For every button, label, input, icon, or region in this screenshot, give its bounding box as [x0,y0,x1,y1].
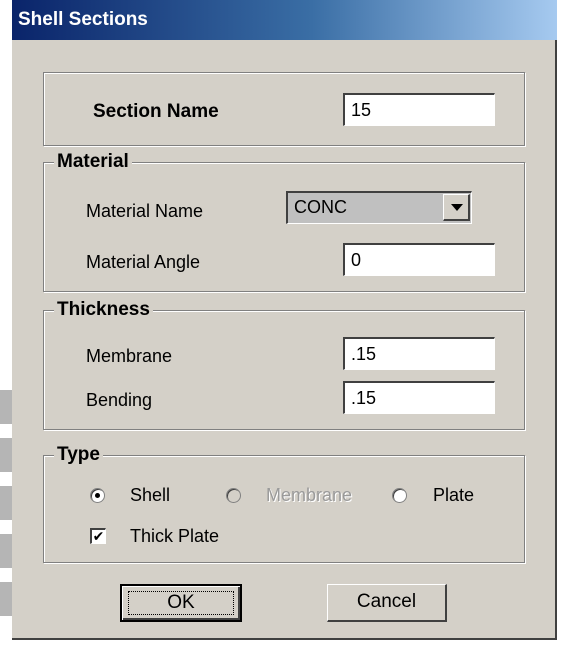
material-angle-label: Material Angle [86,252,201,272]
radio-selected-dot [95,493,100,498]
material-group: Material Material Name CONC Material Ang… [43,151,525,292]
thick-plate-label: Thick Plate [130,526,220,546]
material-name-label: Material Name [86,201,204,221]
bending-label: Bending [86,390,153,410]
membrane-thickness-input[interactable] [343,337,495,370]
ok-button[interactable]: OK [120,584,242,622]
chevron-down-icon [451,204,463,211]
section-name-input[interactable] [343,93,495,126]
material-name-dropdown[interactable]: CONC [286,191,472,224]
material-name-value: CONC [294,197,347,217]
radio-shell-label: Shell [130,485,171,505]
radio-membrane-label: Membrane [266,485,353,505]
cancel-button[interactable]: Cancel [327,584,447,622]
section-name-group: Section Name [43,72,525,146]
section-name-label: Section Name [93,101,219,122]
focus-rectangle [128,591,234,615]
material-group-title: Material [54,151,132,173]
cancel-button-label: Cancel [356,591,417,612]
radio-shell-button[interactable] [90,488,105,503]
dialog-title[interactable]: Shell Sections [12,0,557,40]
dropdown-button[interactable] [443,194,470,221]
type-group: Type Shell Membrane Plate ✔ Thick Plate [43,444,525,563]
membrane-label: Membrane [86,346,173,366]
material-angle-input[interactable] [343,243,495,276]
radio-membrane-button [226,488,241,503]
thickness-group-title: Thickness [54,299,153,321]
type-group-title: Type [54,444,103,466]
radio-plate-label: Plate [433,485,475,505]
thick-plate-checkbox[interactable]: ✔ [90,528,106,544]
shell-sections-dialog: Shell Sections Section Name Material Mat… [12,0,557,640]
radio-plate-button[interactable] [392,488,407,503]
bending-thickness-input[interactable] [343,381,495,414]
thickness-group: Thickness Membrane Bending [43,299,525,430]
